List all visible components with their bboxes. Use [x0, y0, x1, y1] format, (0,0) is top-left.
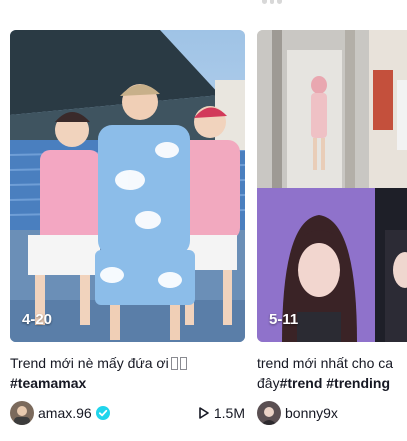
author-name[interactable]: bonny9x	[285, 405, 338, 421]
caption-text: đây	[257, 375, 280, 391]
caption-text: trend mới nhất cho ca	[257, 355, 394, 371]
avatar[interactable]	[10, 401, 34, 425]
view-count-text: 1.5M	[213, 405, 245, 421]
video-caption[interactable]: Trend mới nè mấy đứa ơi #teamamax	[10, 353, 245, 393]
hashtag-link[interactable]: #trend #trending	[280, 375, 390, 391]
video-card[interactable]: 5-11 trend mới nhất cho ca đây#trend #tr…	[257, 30, 407, 425]
video-date: 4-20	[22, 311, 53, 328]
hashtag-link[interactable]: #teamamax	[10, 375, 86, 391]
author-row[interactable]: amax.96 1.5M	[10, 401, 245, 425]
play-icon	[199, 407, 209, 419]
video-date: 5-11	[269, 311, 299, 328]
thumbnail-image	[257, 30, 407, 342]
author-name[interactable]: amax.96	[38, 405, 92, 421]
video-thumbnail[interactable]: 5-11	[257, 30, 407, 342]
author-row[interactable]: bonny9x	[257, 401, 407, 425]
thumbnail-image	[10, 30, 245, 342]
top-decoration	[262, 0, 283, 4]
video-thumbnail[interactable]: 4-20	[10, 30, 245, 342]
video-card[interactable]: 4-20 Trend mới nè mấy đứa ơi #teamamax a…	[10, 30, 245, 425]
avatar[interactable]	[257, 401, 281, 425]
view-count: 1.5M	[199, 405, 245, 421]
video-caption[interactable]: trend mới nhất cho ca đây#trend #trendin…	[257, 353, 407, 393]
emoji-placeholder-icon	[170, 357, 178, 370]
verified-badge-icon	[95, 406, 110, 420]
emoji-placeholder-icon	[179, 357, 187, 370]
caption-text: Trend mới nè mấy đứa ơi	[10, 355, 169, 371]
